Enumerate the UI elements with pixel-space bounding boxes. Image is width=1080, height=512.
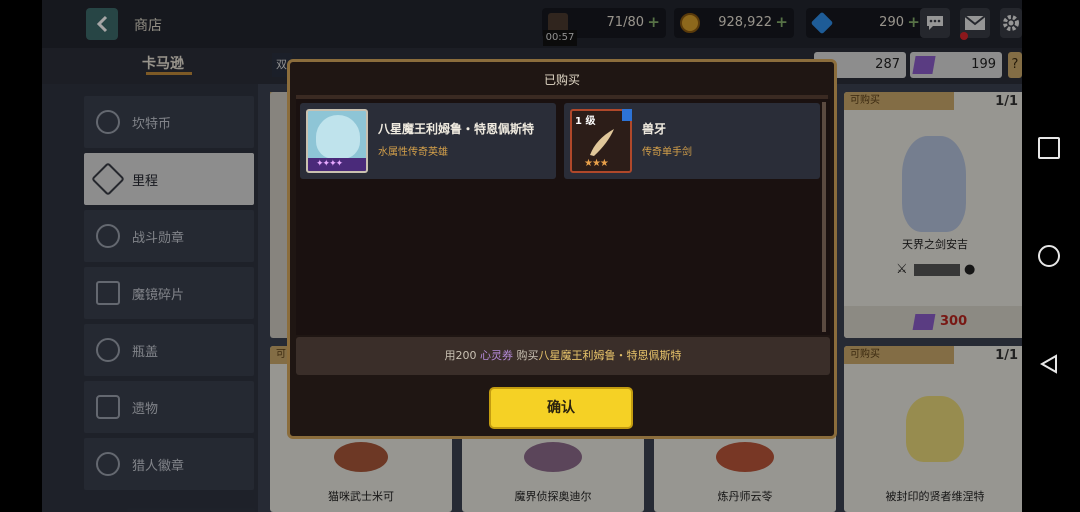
- system-navigation-bar: [1022, 0, 1080, 512]
- rank-stars: ★★★: [584, 158, 609, 169]
- back-nav-button[interactable]: [1038, 353, 1060, 375]
- dialog-title: 已购买: [543, 73, 580, 87]
- purchased-item[interactable]: 1 级 ★★★ 兽牙 传奇单手剑: [564, 103, 820, 179]
- purchase-result-dialog: 已购买 ✦✦✦✦ 八星魔王利姆鲁・特恩佩斯特 水属性传奇英雄 1 级 ★★★ 兽…: [287, 59, 837, 439]
- purchase-target: 八星魔王利姆鲁・特恩佩斯特: [538, 349, 682, 362]
- purchased-item[interactable]: ✦✦✦✦ 八星魔王利姆鲁・特恩佩斯特 水属性传奇英雄: [300, 103, 556, 179]
- item-name: 兽牙: [642, 122, 667, 136]
- item-subtitle: 传奇单手剑: [642, 147, 692, 158]
- home-button[interactable]: [1038, 245, 1060, 267]
- letterbox-left: [0, 0, 42, 512]
- purchase-middle: 购买: [516, 349, 539, 362]
- triangle-back-icon: [1039, 354, 1057, 374]
- purchase-summary: 用200 心灵券 购买八星魔王利姆鲁・特恩佩斯特: [296, 337, 830, 375]
- rank-stars: ✦✦✦✦: [308, 158, 366, 171]
- item-name: 八星魔王利姆鲁・特恩佩斯特: [378, 122, 535, 136]
- recent-apps-button[interactable]: [1038, 137, 1060, 159]
- purchase-currency: 心灵券: [480, 349, 513, 362]
- confirm-button[interactable]: 确认: [489, 387, 633, 429]
- item-subtitle: 水属性传奇英雄: [378, 147, 448, 158]
- hero-face: [316, 115, 360, 159]
- scrollbar[interactable]: [822, 102, 826, 332]
- weapon-portrait: 1 级 ★★★: [570, 109, 632, 173]
- hero-portrait: ✦✦✦✦: [306, 109, 368, 173]
- game-screen: 商店 71/80 + 00:57 928,922 + 290 + 卡马逊 双 2…: [42, 0, 1022, 512]
- fang-sword-icon: [590, 129, 614, 156]
- bookmark-icon: [622, 109, 632, 121]
- purchase-prefix: 用200: [444, 349, 477, 362]
- purchased-items-list: ✦✦✦✦ 八星魔王利姆鲁・特恩佩斯特 水属性传奇英雄 1 级 ★★★ 兽牙 传奇…: [296, 99, 830, 335]
